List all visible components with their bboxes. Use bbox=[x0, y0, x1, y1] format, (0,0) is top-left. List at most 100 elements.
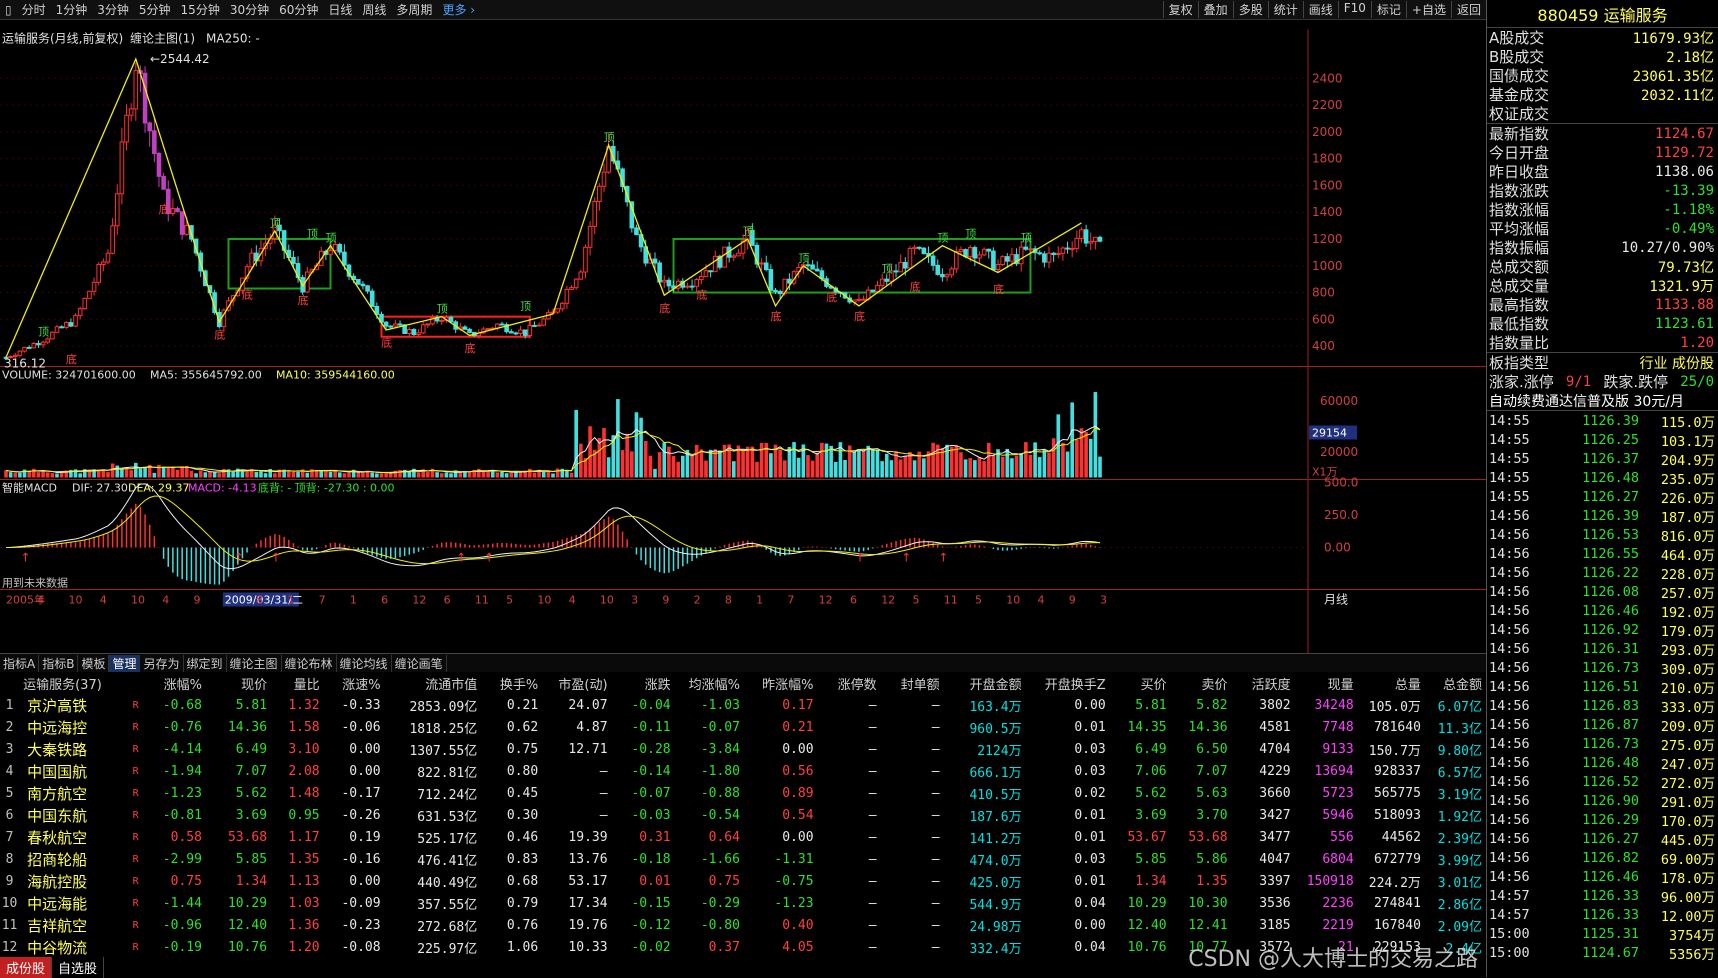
bottom-tab[interactable]: 成份股 bbox=[0, 956, 53, 978]
volume-bar bbox=[110, 463, 115, 478]
col-header[interactable]: 流通市值 bbox=[385, 672, 482, 694]
col-header[interactable]: 现量 bbox=[1295, 672, 1358, 694]
col-header[interactable]: 换手% bbox=[481, 672, 542, 694]
promo-link[interactable]: 自动续费通达信普及版 30元/月 bbox=[1487, 391, 1718, 410]
candle-body bbox=[420, 324, 426, 334]
margin-flag-icon: R bbox=[132, 699, 139, 711]
stock-name[interactable]: 吉祥航空 bbox=[23, 914, 128, 936]
indicator-tab[interactable]: 绑定到 bbox=[184, 654, 227, 672]
indicator-tab[interactable]: 指标A bbox=[0, 654, 40, 672]
more-periods-button[interactable]: 更多 › bbox=[437, 1, 480, 18]
volume-bar bbox=[477, 468, 481, 478]
table-row[interactable]: 5 南方航空 R -1.23 5.62 1.48 -0.17 712.24亿 0.45 — -0.0… bbox=[0, 782, 1486, 804]
menu-icon[interactable]: ▯ bbox=[0, 3, 17, 17]
margin-flag-icon: R bbox=[132, 743, 139, 755]
stock-name[interactable]: 大秦铁路 bbox=[23, 738, 128, 760]
indicator-tab[interactable]: 管理 bbox=[109, 654, 141, 672]
table-row[interactable]: 4 中国国航 R -1.94 7.07 2.08 0.00 822.81亿 0.80 — -0.14… bbox=[0, 760, 1486, 782]
chart-action-button[interactable]: 统计 bbox=[1267, 1, 1303, 18]
indicator-tab[interactable]: 缠论画笔 bbox=[392, 654, 447, 672]
col-header[interactable]: 涨速% bbox=[324, 672, 385, 694]
volume-bar bbox=[41, 471, 45, 478]
chart-action-button[interactable]: 返回 bbox=[1450, 1, 1486, 18]
col-header[interactable]: 涨跌 bbox=[612, 672, 675, 694]
table-row[interactable]: 8 招商轮船 R -2.99 5.85 1.35 -0.16 476.41亿 0.83 13.76… bbox=[0, 848, 1486, 870]
chart-action-button[interactable]: 叠加 bbox=[1197, 1, 1233, 18]
col-header[interactable]: 昨涨幅% bbox=[744, 672, 818, 694]
col-header[interactable]: 开盘金额 bbox=[944, 672, 1026, 694]
period-tab[interactable]: 60分钟 bbox=[274, 1, 323, 18]
table-row[interactable]: 1 京沪高铁 R -0.68 5.81 1.32 -0.33 2853.09亿 0.21 24.0… bbox=[0, 694, 1486, 716]
col-header[interactable]: 封单额 bbox=[881, 672, 944, 694]
stock-name[interactable]: 中国国航 bbox=[23, 760, 128, 782]
col-header[interactable]: 开盘换手Z bbox=[1026, 672, 1110, 694]
stat-label: 国债成交 bbox=[1489, 67, 1550, 85]
table-cell: 0.00 bbox=[349, 873, 381, 889]
top-marker: 顶 bbox=[307, 228, 318, 241]
table-cell: 440.49亿 bbox=[417, 875, 478, 891]
tick-time: 14:56 bbox=[1489, 830, 1530, 847]
col-header[interactable]: 涨停数 bbox=[818, 672, 881, 694]
table-row[interactable]: 6 中国东航 R -0.81 3.69 0.95 -0.26 631.53亿 0.30 — -0.0… bbox=[0, 804, 1486, 826]
chart-action-button[interactable]: 多股 bbox=[1232, 1, 1268, 18]
col-header[interactable]: 市盈(动) bbox=[542, 672, 611, 694]
col-header[interactable]: 总量 bbox=[1358, 672, 1425, 694]
stat-row: 基金成交 2032.11亿 bbox=[1487, 85, 1718, 104]
stock-name[interactable]: 中谷物流 bbox=[23, 936, 128, 957]
col-header[interactable]: 涨幅% bbox=[147, 672, 206, 694]
kline-chart-panel[interactable]: 运输服务(月线,前复权) 缠论主图(1) MA250: -2400220020001… bbox=[0, 20, 1486, 672]
stock-name[interactable]: 中国东航 bbox=[23, 804, 128, 826]
indicator-tab[interactable]: 另存为 bbox=[140, 654, 184, 672]
indicator-tab[interactable]: 缠论主图 bbox=[227, 654, 282, 672]
table-row[interactable]: 9 海航控股 R 0.75 1.34 1.13 0.00 440.49亿 0.68 53.17 0.… bbox=[0, 870, 1486, 892]
table-row[interactable]: 10 中远海能 R -1.44 10.29 1.03 -0.09 357.55亿 0.79 17.… bbox=[0, 892, 1486, 914]
period-tab[interactable]: 多周期 bbox=[391, 1, 437, 18]
table-row[interactable]: 7 春秋航空 R 0.58 53.68 1.17 0.19 525.17亿 0.46 19.39 0… bbox=[0, 826, 1486, 848]
col-header[interactable]: 总金额 bbox=[1425, 672, 1486, 694]
col-header[interactable]: 运输服务(37) bbox=[23, 672, 147, 694]
col-header[interactable]: 量比 bbox=[271, 672, 324, 694]
stock-name[interactable]: 招商轮船 bbox=[23, 848, 128, 870]
period-tab[interactable]: 日线 bbox=[323, 1, 357, 18]
table-row[interactable]: 11 吉祥航空 R -0.96 12.40 1.36 -0.23 272.68亿 0.76 19.… bbox=[0, 914, 1486, 936]
table-cell: -0.76 bbox=[162, 719, 202, 735]
indicator-tab[interactable]: 缠论布林 bbox=[282, 654, 337, 672]
table-cell: 0.17 bbox=[782, 697, 814, 713]
top-marker: 顶 bbox=[604, 131, 615, 144]
indicator-tab[interactable]: 模板 bbox=[78, 654, 110, 672]
period-tab[interactable]: 3分钟 bbox=[92, 1, 134, 18]
table-cell: -1.23 bbox=[774, 895, 814, 911]
col-header[interactable]: 现价 bbox=[206, 672, 271, 694]
stock-name[interactable]: 中远海能 bbox=[23, 892, 128, 914]
table-row[interactable]: 3 大秦铁路 R -4.14 6.49 3.10 0.00 1307.55亿 0.75 12.71… bbox=[0, 738, 1486, 760]
stock-name[interactable]: 中远海控 bbox=[23, 716, 128, 738]
stock-name[interactable]: 春秋航空 bbox=[23, 826, 128, 848]
tick-time: 14:56 bbox=[1489, 678, 1530, 695]
period-tab[interactable]: 1分钟 bbox=[51, 1, 93, 18]
col-header[interactable]: 买价 bbox=[1110, 672, 1171, 694]
indicator-tab[interactable]: 指标B bbox=[39, 654, 79, 672]
chart-action-button[interactable]: +自选 bbox=[1405, 1, 1451, 18]
period-tab[interactable]: 30分钟 bbox=[225, 1, 274, 18]
period-tab[interactable]: 15分钟 bbox=[176, 1, 225, 18]
chart-action-button[interactable]: 画线 bbox=[1302, 1, 1338, 18]
col-header[interactable]: 活跃度 bbox=[1232, 672, 1295, 694]
table-cell: 6.49 bbox=[1135, 741, 1167, 757]
chart-action-button[interactable]: 标记 bbox=[1370, 1, 1406, 18]
volume-bar bbox=[161, 466, 166, 478]
stock-name[interactable]: 海航控股 bbox=[23, 870, 128, 892]
chart-action-button[interactable]: 复权 bbox=[1162, 1, 1198, 18]
col-header[interactable]: 均涨幅% bbox=[675, 672, 744, 694]
col-header[interactable]: 卖价 bbox=[1171, 672, 1232, 694]
indicator-tab[interactable]: 缠论均线 bbox=[337, 654, 392, 672]
period-tab[interactable]: 周线 bbox=[357, 1, 391, 18]
chart-action-button[interactable]: F10 bbox=[1337, 1, 1371, 18]
period-tab[interactable]: 分时 bbox=[17, 1, 51, 18]
stock-name[interactable]: 南方航空 bbox=[23, 782, 128, 804]
stock-name[interactable]: 京沪高铁 bbox=[23, 694, 128, 716]
candle-body bbox=[1042, 253, 1047, 263]
period-tab[interactable]: 5分钟 bbox=[134, 1, 176, 18]
table-row[interactable]: 2 中远海控 R -0.76 14.36 1.58 -0.06 1818.25亿 0.62 4.8… bbox=[0, 716, 1486, 738]
bottom-tab[interactable]: 自选股 bbox=[52, 956, 105, 978]
indicator-name[interactable]: 缠论主图(1) bbox=[130, 31, 195, 46]
